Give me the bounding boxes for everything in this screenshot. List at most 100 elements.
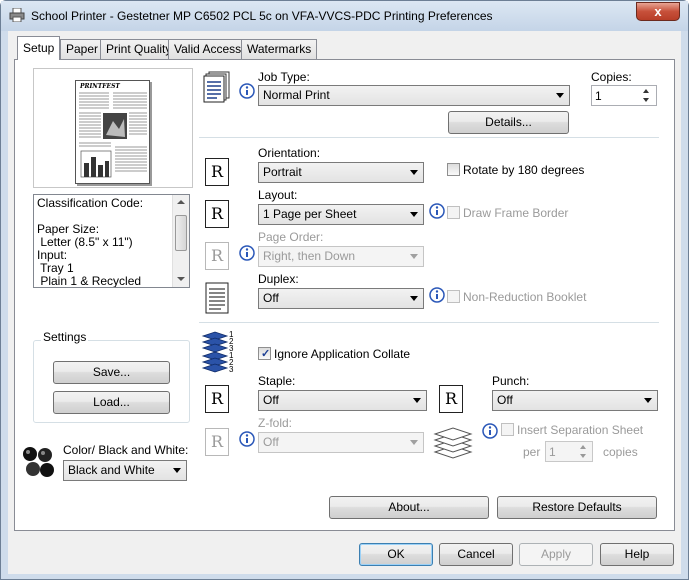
page-order-info-icon[interactable] — [239, 245, 255, 261]
tab-valid-access[interactable]: Valid Access — [168, 39, 248, 59]
collate-number: 3 — [229, 365, 234, 374]
preview-page: PRINTFEST — [75, 80, 150, 184]
job-type-select[interactable]: Normal Print — [258, 85, 570, 106]
punch-icon: R — [439, 385, 463, 413]
staple-label: Staple: — [258, 374, 296, 388]
page-order-value: Right, then Down — [263, 249, 356, 263]
preview-newspaper-graphic — [79, 92, 147, 178]
rotate-180-label: Rotate by 180 degrees — [463, 163, 585, 177]
apply-button[interactable]: Apply — [519, 543, 593, 566]
tab-watermarks[interactable]: Watermarks — [241, 39, 318, 59]
details-button[interactable]: Details... — [448, 111, 569, 134]
orientation-select[interactable]: Portrait — [258, 162, 424, 183]
separation-per-value[interactable]: 1 — [549, 445, 556, 459]
ignore-collate-checkbox[interactable]: ✓ — [258, 347, 271, 360]
printer-icon — [9, 8, 25, 22]
color-select[interactable]: Black and White — [63, 460, 187, 481]
dropdown-arrow-icon — [410, 254, 418, 259]
copies-value[interactable]: 1 — [595, 89, 602, 103]
copies-up-icon[interactable] — [643, 89, 649, 93]
preview-masthead: PRINTFEST — [80, 83, 120, 90]
classification-list[interactable]: Classification Code: Paper Size: Letter … — [33, 194, 190, 288]
classification-text: Classification Code: Paper Size: Letter … — [37, 197, 143, 288]
layout-value: 1 Page per Sheet — [263, 207, 357, 221]
tab-print-quality[interactable]: Print Quality — [100, 39, 178, 59]
zfold-value: Off — [263, 435, 279, 449]
staple-value: Off — [263, 393, 279, 407]
draw-frame-border-checkbox[interactable] — [447, 206, 460, 219]
classification-line: Plain 1 & Recycled — [37, 274, 142, 288]
spinner-up-icon[interactable] — [580, 445, 586, 449]
title-bar[interactable]: School Printer - Gestetner MP C6502 PCL … — [1, 1, 688, 31]
copies-label: Copies: — [591, 70, 632, 84]
zfold-info-icon[interactable] — [239, 431, 255, 447]
dropdown-arrow-icon — [556, 93, 564, 98]
color-label: Color/ Black and White: — [63, 443, 189, 457]
separation-copies-label: copies — [603, 445, 638, 459]
scroll-up-icon[interactable] — [177, 200, 185, 204]
duplex-icon — [205, 282, 229, 314]
color-mode-icon — [23, 447, 54, 477]
dialog-window: School Printer - Gestetner MP C6502 PCL … — [0, 0, 689, 580]
spinner-down-icon[interactable] — [580, 454, 586, 458]
window-title: School Printer - Gestetner MP C6502 PCL … — [31, 9, 493, 23]
layout-select[interactable]: 1 Page per Sheet — [258, 204, 424, 225]
rotate-180-checkbox[interactable] — [447, 163, 460, 176]
copies-down-icon[interactable] — [643, 98, 649, 102]
duplex-value: Off — [263, 291, 279, 305]
about-button[interactable]: About... — [329, 496, 489, 519]
separation-per-label: per — [523, 445, 541, 459]
collate-pages-icon — [201, 331, 229, 373]
save-settings-button[interactable]: Save... — [53, 361, 170, 384]
non-reduction-booklet-label: Non-Reduction Booklet — [463, 290, 587, 304]
dropdown-arrow-icon — [410, 440, 418, 445]
page-preview: PRINTFEST — [33, 68, 193, 188]
layout-label: Layout: — [258, 188, 298, 202]
separation-sheet-label: Insert Separation Sheet — [517, 423, 644, 437]
cancel-button[interactable]: Cancel — [439, 543, 513, 566]
layout-icon: R — [205, 200, 229, 228]
job-type-icon — [203, 71, 230, 103]
scroll-down-icon[interactable] — [177, 277, 185, 281]
classification-scrollbar[interactable] — [172, 195, 189, 287]
zfold-label: Z-fold: — [258, 416, 293, 430]
dialog-client: Setup Paper Print Quality Valid Access W… — [8, 31, 681, 574]
setup-panel: PRINTFEST Classification Code: Paper Siz… — [14, 59, 675, 531]
staple-select[interactable]: Off — [258, 390, 427, 411]
copies-spinner[interactable]: 1 — [591, 85, 657, 106]
ok-button[interactable]: OK — [359, 543, 433, 566]
load-settings-button[interactable]: Load... — [53, 391, 170, 414]
settings-group-label: Settings — [41, 330, 89, 344]
draw-frame-border-label: Draw Frame Border — [463, 206, 569, 220]
punch-select[interactable]: Off — [492, 390, 658, 411]
page-order-label: Page Order: — [258, 230, 324, 244]
non-reduction-booklet-checkbox[interactable] — [447, 290, 460, 303]
scroll-thumb[interactable] — [175, 215, 187, 251]
separation-sheet-checkbox[interactable] — [501, 423, 514, 436]
separator — [199, 322, 659, 324]
restore-defaults-button[interactable]: Restore Defaults — [497, 496, 657, 519]
separation-info-icon[interactable] — [482, 423, 498, 439]
duplex-label: Duplex: — [258, 272, 299, 286]
orientation-label: Orientation: — [258, 146, 321, 160]
duplex-select[interactable]: Off — [258, 288, 424, 309]
job-type-label: Job Type: — [258, 70, 310, 84]
layout-info-icon[interactable] — [429, 203, 445, 219]
job-type-value: Normal Print — [263, 88, 330, 102]
checkmark-icon: ✓ — [261, 348, 271, 360]
help-button[interactable]: Help — [600, 543, 674, 566]
separation-per-spinner[interactable]: 1 — [545, 441, 593, 462]
zfold-icon: R — [205, 428, 229, 456]
punch-value: Off — [497, 393, 513, 407]
dropdown-arrow-icon — [644, 398, 652, 403]
close-button[interactable]: x — [636, 2, 680, 21]
dropdown-arrow-icon — [410, 296, 418, 301]
tab-paper[interactable]: Paper — [60, 39, 105, 59]
duplex-info-icon[interactable] — [429, 287, 445, 303]
ignore-collate-label: Ignore Application Collate — [274, 347, 411, 361]
zfold-select[interactable]: Off — [258, 432, 424, 453]
separator — [199, 137, 659, 139]
job-type-info-icon[interactable] — [239, 83, 255, 99]
page-order-select[interactable]: Right, then Down — [258, 246, 424, 267]
tab-setup[interactable]: Setup — [17, 36, 61, 60]
